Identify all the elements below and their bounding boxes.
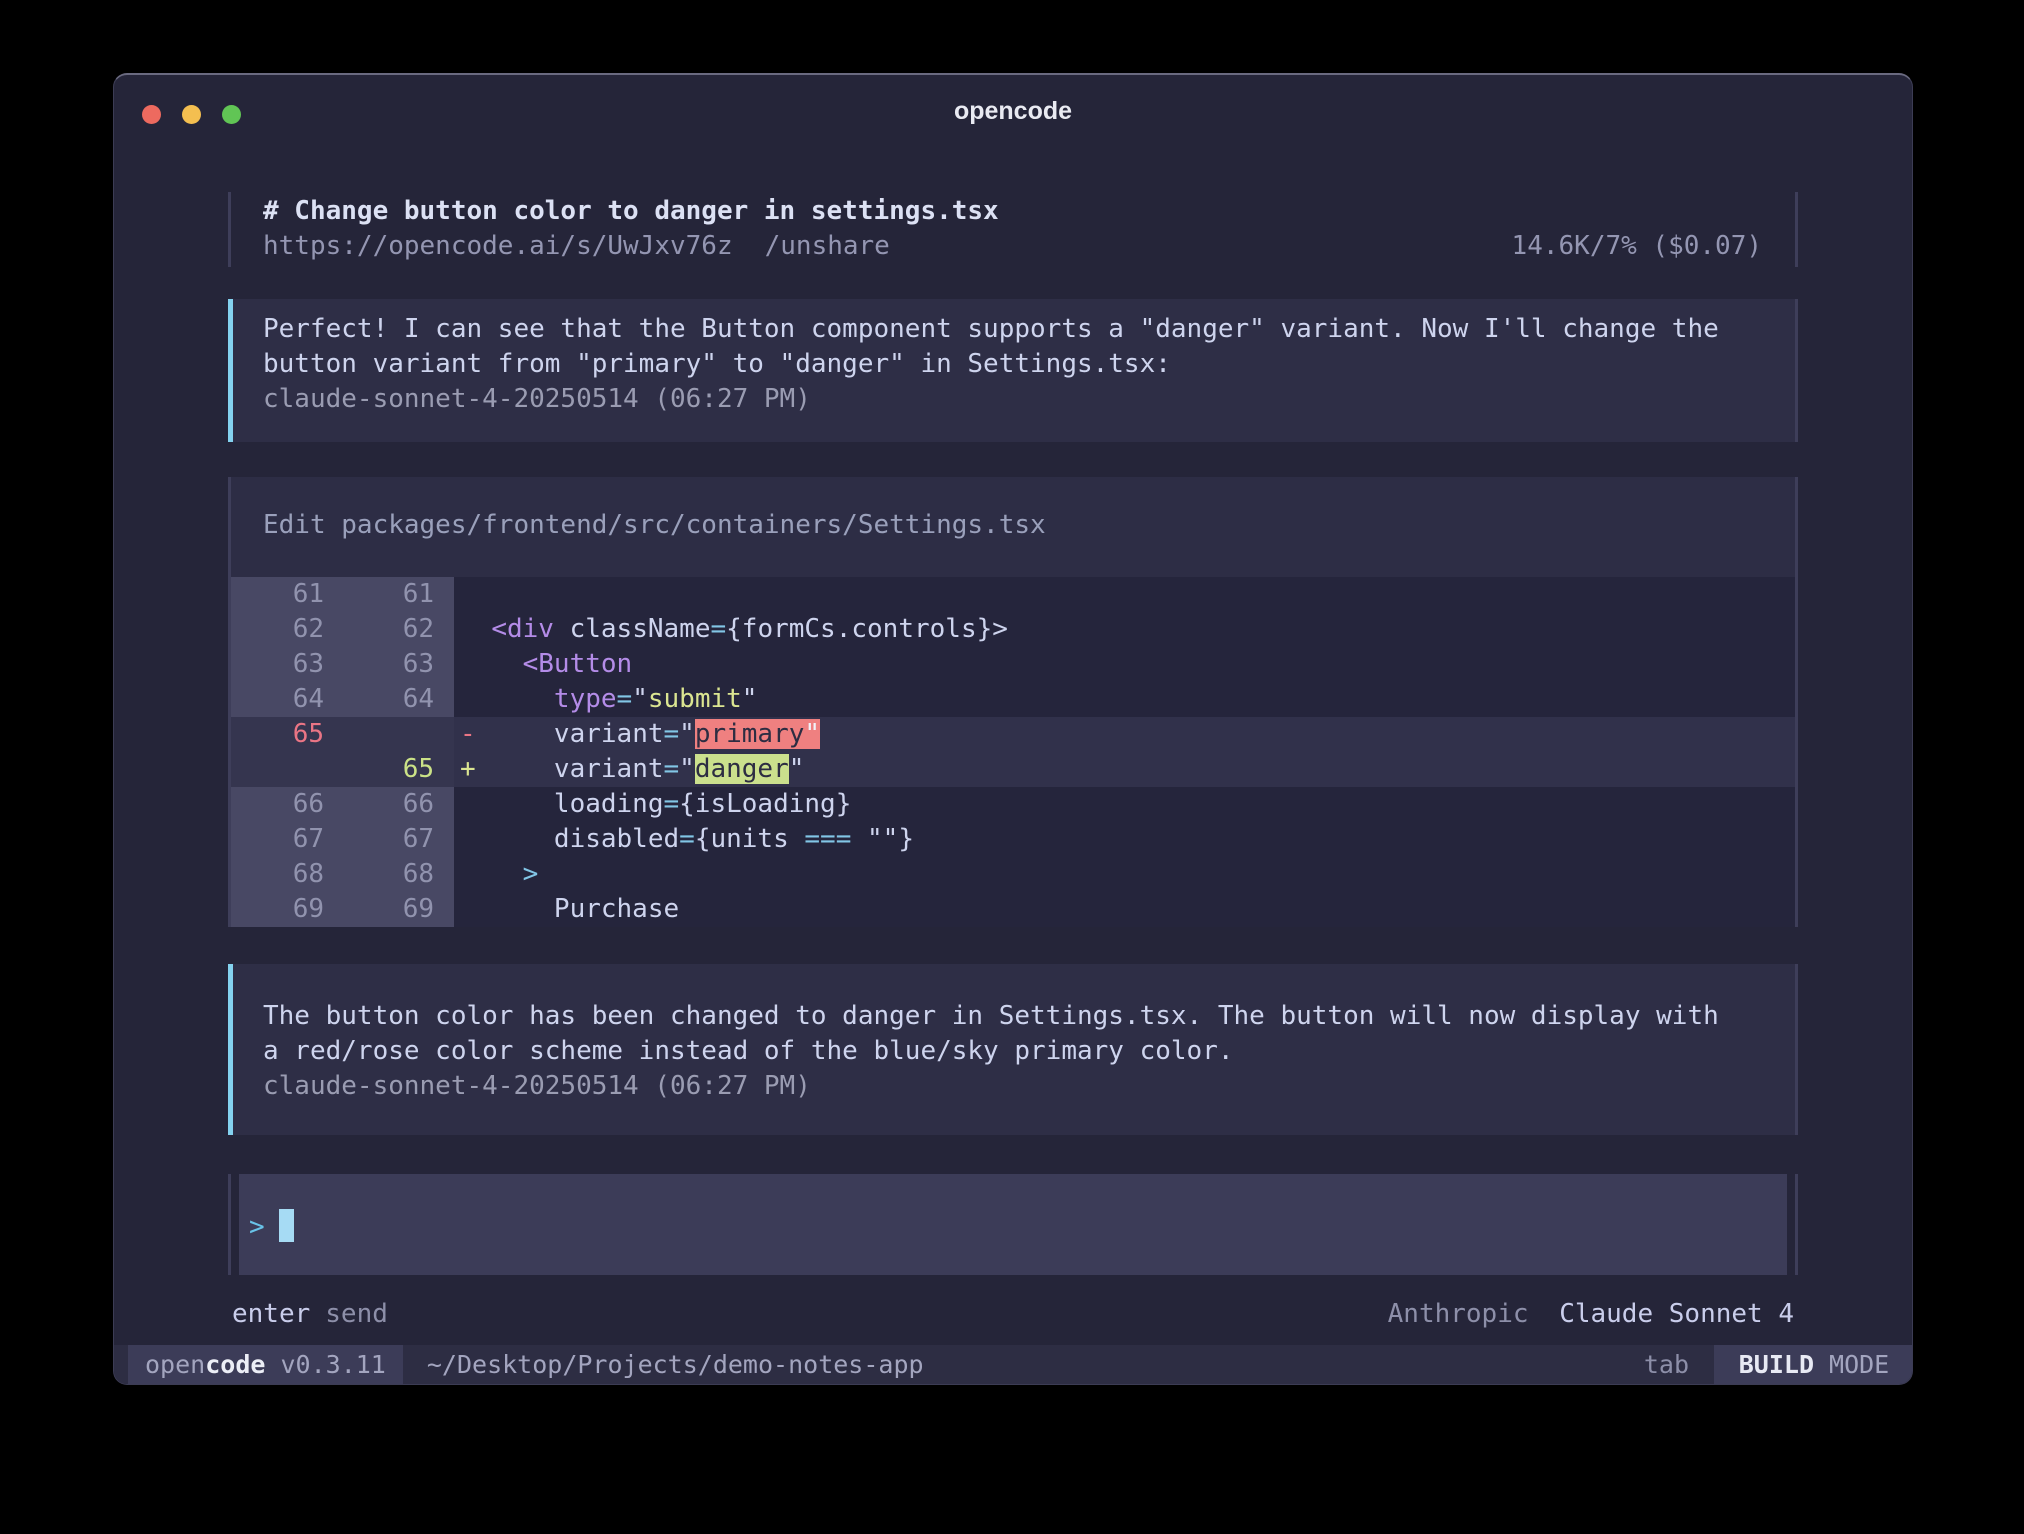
message-text: Perfect! I can see that the Button compo… [263,312,1795,382]
build-mode-chip: BUILD MODE [1714,1345,1913,1384]
text-cursor [279,1209,294,1242]
diff-row: 6868 > [231,857,1795,892]
unshare-command: /unshare [765,229,890,264]
assistant-message: Perfect! I can see that the Button compo… [228,299,1798,442]
diff-row: 6161 [231,577,1795,612]
prompt-input-wrap: > [228,1174,1798,1275]
app-name-code: code [205,1350,265,1379]
diff-row: 6363 <Button [231,647,1795,682]
diff-row: 6464 type="submit" [231,682,1795,717]
opencode-terminal-window: opencode # Change button color to danger… [113,73,1913,1385]
diff-row: 6666 loading={isLoading} [231,787,1795,822]
working-directory: ~/Desktop/Projects/demo-notes-app [427,1345,924,1384]
prompt-input[interactable]: > [239,1174,1787,1275]
diff-row: 65+ variant="danger" [231,752,1795,787]
diff-row: 6767 disabled={units === ""} [231,822,1795,857]
message-model-meta: claude-sonnet-4-20250514 (06:27 PM) [263,1069,1795,1104]
message-text: The button color has been changed to dan… [263,999,1795,1069]
title-bar: opencode [114,75,1912,145]
app-name-open: open [145,1350,205,1379]
prompt-symbol: > [249,1212,265,1242]
session-header: # Change button color to danger in setti… [228,192,1798,267]
status-bar: opencode v0.3.11 ~/Desktop/Projects/demo… [114,1345,1913,1384]
tab-key-hint[interactable]: tab [1644,1345,1689,1384]
send-action-hint: send [325,1297,388,1332]
diff-row: 65- variant="primary" [231,717,1795,752]
app-version-chip: opencode v0.3.11 [128,1345,403,1384]
provider-name: Anthropic [1388,1299,1529,1329]
message-model-meta: claude-sonnet-4-20250514 (06:27 PM) [263,382,1795,417]
diff-row: 6969 Purchase [231,892,1795,927]
app-version: v0.3.11 [281,1350,386,1379]
keybind-hints: enter send Anthropic Claude Sonnet 4 [228,1297,1798,1332]
window-title: opencode [114,97,1912,126]
mode-word-label: MODE [1829,1350,1889,1379]
diff-table: 61616262 <div className={formCs.controls… [231,577,1795,927]
model-name: Claude Sonnet 4 [1559,1299,1794,1329]
assistant-message: The button color has been changed to dan… [228,964,1798,1135]
session-title: # Change button color to danger in setti… [263,194,1762,229]
edit-file-path: Edit packages/frontend/src/containers/Se… [231,477,1795,577]
enter-key-hint: enter [232,1297,310,1332]
mode-build-label: BUILD [1739,1350,1814,1379]
edit-tool-panel: Edit packages/frontend/src/containers/Se… [228,477,1798,927]
diff-row: 6262 <div className={formCs.controls}> [231,612,1795,647]
session-share-url: https://opencode.ai/s/UwJxv76z [263,229,733,264]
token-usage: 14.6K/7% ($0.07) [1512,229,1762,264]
